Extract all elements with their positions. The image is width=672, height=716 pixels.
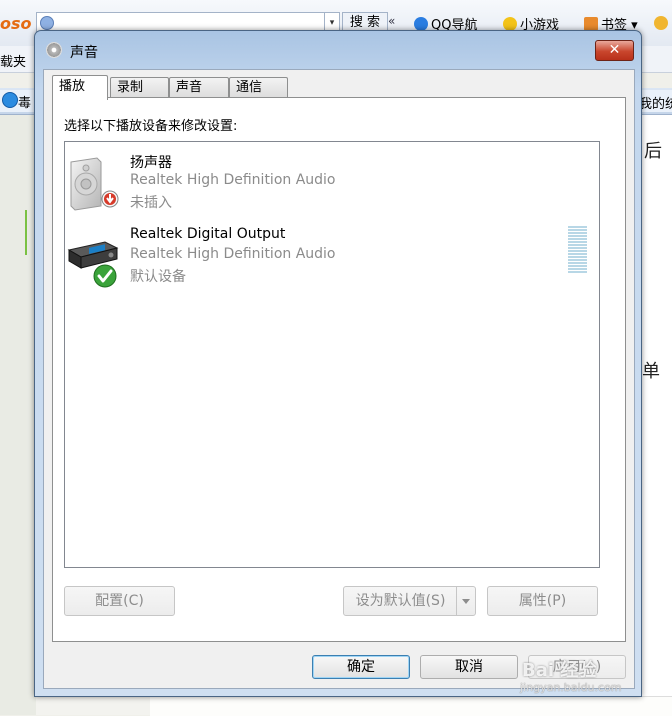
- browser-tab-label: 我的统: [639, 97, 672, 112]
- set-default-button[interactable]: 设为默认值(S): [343, 586, 476, 616]
- close-button[interactable]: ✕: [595, 40, 634, 61]
- tab-communications[interactable]: 通信: [229, 77, 288, 98]
- default-checkmark-icon: [93, 264, 117, 288]
- favorites-icon[interactable]: [654, 16, 668, 30]
- watermark-url: jingyan.baidu.com: [520, 681, 622, 694]
- browser-tab-label: 毒: [18, 96, 32, 111]
- browser-tab-icon: [2, 92, 18, 108]
- device-status: 默认设备: [130, 269, 186, 285]
- dialog-title: 声音: [70, 45, 98, 61]
- tab-playback[interactable]: 播放: [52, 75, 108, 100]
- page-left-strip: [0, 115, 36, 715]
- game-icon: [503, 17, 517, 31]
- article-text: 单: [642, 361, 660, 382]
- device-item-digital-output[interactable]: Realtek Digital Output Realtek High Defi…: [65, 226, 599, 298]
- unplugged-badge-icon: [101, 190, 119, 208]
- bookmark-icon: [584, 17, 598, 31]
- device-name: Realtek Digital Output: [130, 226, 286, 242]
- playback-device-list[interactable]: 扬声器 Realtek High Definition Audio 未插入 Re…: [64, 141, 600, 568]
- tab-recording[interactable]: 录制: [110, 77, 169, 98]
- browser-logo: oso: [0, 14, 32, 33]
- device-status: 未插入: [130, 195, 172, 211]
- article-text: 后: [644, 141, 662, 162]
- page-bottom-strip: [150, 696, 672, 716]
- chevron-down-icon[interactable]: [456, 587, 475, 615]
- speaker-title-icon: [46, 42, 62, 58]
- device-driver: Realtek High Definition Audio: [130, 246, 336, 262]
- configure-button[interactable]: 配置(C): [64, 586, 175, 616]
- toolbar-overflow-chevron[interactable]: «: [388, 14, 395, 28]
- device-item-speakers[interactable]: 扬声器 Realtek High Definition Audio 未插入: [65, 152, 599, 224]
- page-accent-line: [25, 210, 27, 255]
- cancel-button[interactable]: 取消: [420, 655, 518, 679]
- menu-fragment[interactable]: 载夹: [0, 51, 26, 70]
- baidu-watermark: Bai 经验 jingyan.baidu.com: [520, 656, 672, 698]
- properties-button[interactable]: 属性(P): [487, 586, 598, 616]
- volume-level-meter: [568, 226, 587, 276]
- watermark-logo-text: Bai 经验: [522, 660, 597, 681]
- article-column: [638, 115, 672, 715]
- instruction-text: 选择以下播放设备来修改设置:: [64, 119, 238, 134]
- ok-button[interactable]: 确定: [312, 655, 410, 679]
- tab-sounds[interactable]: 声音: [169, 77, 229, 98]
- set-default-label: 设为默认值(S): [355, 593, 446, 609]
- search-engine-icon[interactable]: [40, 16, 54, 30]
- sound-dialog: 声音 ✕ 播放 录制 声音 通信 选择以下播放设备来修改设置: 扬声器 Real…: [34, 30, 642, 697]
- dialog-client-area: 播放 录制 声音 通信 选择以下播放设备来修改设置: 扬声器 Realtek H…: [43, 69, 635, 689]
- playback-panel: 选择以下播放设备来修改设置: 扬声器 Realtek High Definiti…: [52, 97, 626, 642]
- device-driver: Realtek High Definition Audio: [130, 172, 336, 188]
- device-name: 扬声器: [130, 155, 172, 171]
- qq-icon: [414, 17, 428, 31]
